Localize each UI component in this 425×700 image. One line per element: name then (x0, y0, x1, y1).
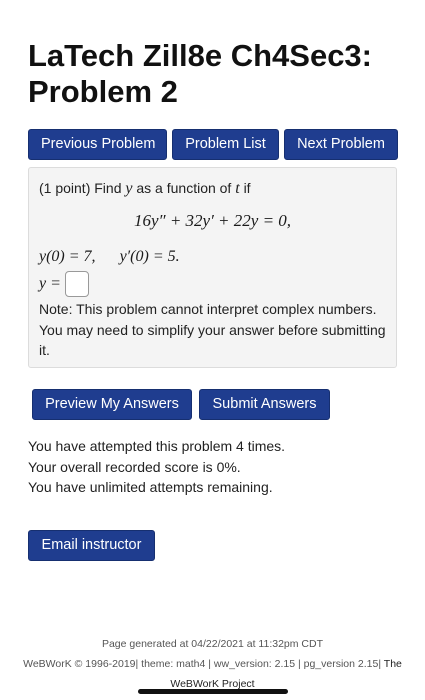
answer-row: y = (39, 271, 89, 297)
equation-text: 16y″ + 32y′ + 22y = 0, (133, 211, 292, 230)
email-instructor-button[interactable]: Email instructor (28, 530, 155, 561)
problem-find-text: Find (94, 180, 122, 196)
previous-problem-button[interactable]: Previous Problem (28, 129, 167, 160)
attempt-status: You have attempted this problem 4 times.… (28, 436, 285, 498)
problem-if-text: if (243, 180, 251, 196)
remaining-attempts-text: You have unlimited attempts remaining. (28, 479, 273, 495)
answer-input[interactable] (64, 271, 89, 297)
initial-condition-2: y′(0) = 5. (119, 248, 180, 265)
next-problem-button[interactable]: Next Problem (284, 129, 398, 160)
footer-generated: Page generated at 04/22/2021 at 11:32pm … (101, 638, 324, 650)
home-indicator (138, 689, 288, 694)
problem-statement: (1 point) Find y as a function of t if (39, 180, 251, 198)
footer-version-info: WeBWorK © 1996-2019| theme: math4 | ww_v… (23, 658, 382, 670)
problem-note: Note: This problem cannot interpret comp… (39, 301, 386, 358)
problem-list-button[interactable]: Problem List (172, 129, 279, 160)
answer-label: y = (39, 275, 61, 292)
initial-conditions: y(0) = 7, y′(0) = 5. (39, 248, 180, 266)
problem-var-t: t (235, 180, 240, 197)
problem-as-function-text: as a function of (136, 180, 232, 196)
differential-equation: 16y″ + 32y′ + 22y = 0, (29, 211, 396, 231)
page-footer: Page generated at 04/22/2021 at 11:32pm … (0, 634, 425, 694)
answer-actions: Preview My Answers Submit Answers (32, 389, 330, 420)
initial-condition-1: y(0) = 7, (39, 248, 96, 265)
problem-var-y: y (125, 180, 133, 197)
footer-copyright: WeBWorK © 1996-2019| theme: math4 | ww_v… (0, 654, 425, 694)
problem-nav: Previous Problem Problem List Next Probl… (28, 129, 398, 160)
submit-answers-button[interactable]: Submit Answers (199, 389, 330, 420)
page-title: LaTech Zill8e Ch4Sec3: Problem 2 (28, 38, 372, 109)
problem-box: (1 point) Find y as a function of t if 1… (28, 167, 397, 368)
problem-points: (1 point) (39, 180, 91, 196)
attempt-count-text: You have attempted this problem 4 times. (28, 438, 286, 454)
preview-answers-button[interactable]: Preview My Answers (32, 389, 192, 420)
score-text: Your overall recorded score is 0%. (28, 458, 241, 475)
